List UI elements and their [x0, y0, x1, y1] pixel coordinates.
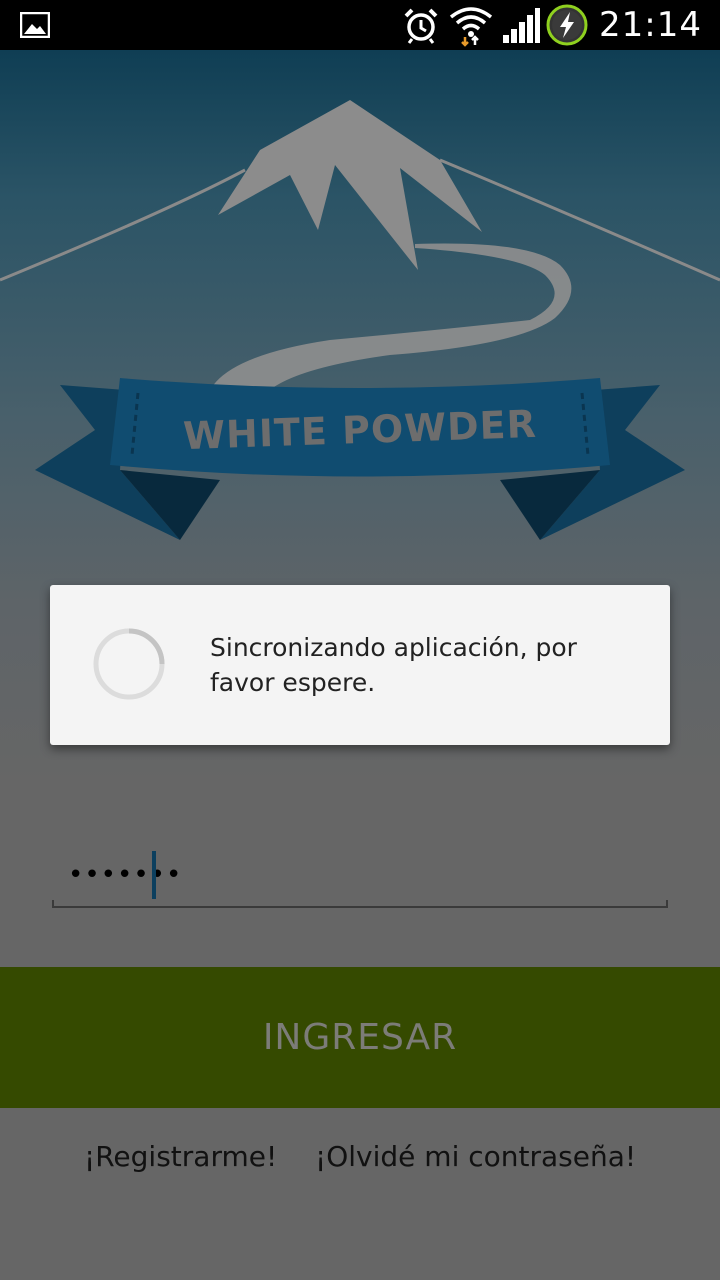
white-powder-logo [0, 100, 720, 540]
register-link[interactable]: ¡Registrarme! [84, 1140, 277, 1173]
alarm-icon [404, 8, 438, 44]
gallery-notification-icon [20, 12, 50, 38]
password-field[interactable]: ••••••• [52, 850, 668, 908]
battery-charging-icon [546, 4, 588, 46]
clock: 21:14 [599, 5, 702, 45]
status-bar: 21:14 [0, 0, 720, 50]
field-underline [52, 900, 668, 908]
account-links: ¡Registrarme! ¡Olvidé mi contraseña! [0, 1140, 720, 1185]
text-cursor [152, 851, 156, 899]
password-value: ••••••• [68, 860, 183, 890]
dialog-message: Sincronizando aplicación, por favor espe… [210, 633, 577, 697]
login-button[interactable]: INGRESAR [0, 967, 720, 1108]
forgot-password-link[interactable]: ¡Olvidé mi contraseña! [315, 1140, 636, 1173]
loading-spinner-icon [93, 628, 165, 700]
wifi-icon [449, 7, 493, 47]
signal-icon [503, 8, 541, 43]
